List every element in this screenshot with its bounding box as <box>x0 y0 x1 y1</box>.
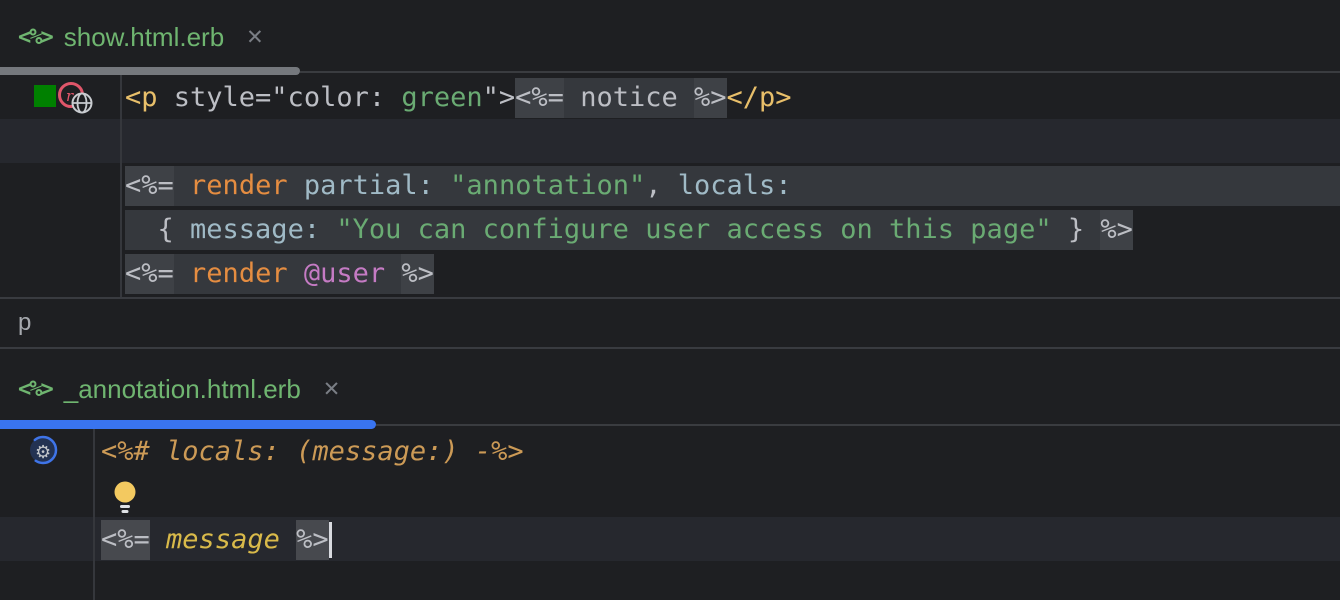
editor-annotation-html-erb[interactable]: ⚙ <%# locals: (message:) -%> <%= message … <box>0 429 1340 600</box>
code-area[interactable]: <p style="color: green"><%= notice %></p… <box>125 76 1340 297</box>
code-line[interactable]: <%= message %> <box>101 518 1340 562</box>
tab-label: show.html.erb <box>64 22 224 53</box>
breadcrumb-item-p[interactable]: p <box>18 309 31 337</box>
close-tab-icon[interactable]: ✕ <box>323 377 341 402</box>
code-line[interactable] <box>125 120 1340 164</box>
tab-bar-top: <%> show.html.erb ✕ <box>0 0 1340 75</box>
code-area[interactable]: <%# locals: (message:) -%> <%= message %> <box>101 430 1340 600</box>
code-line[interactable]: <%# locals: (message:) -%> <box>101 430 1340 474</box>
text-caret <box>329 522 332 558</box>
code-line[interactable] <box>101 474 1340 518</box>
tabbar-border <box>300 71 1340 73</box>
tab-show-html-erb[interactable]: <%> show.html.erb ✕ <box>0 0 300 75</box>
editor-show-html-erb[interactable]: r <p style="color: green"><%= notice %><… <box>0 75 1340 297</box>
rails-render-in-browser-icon[interactable]: r <box>57 81 95 115</box>
color-preview-swatch[interactable] <box>34 85 56 107</box>
close-tab-icon[interactable]: ✕ <box>246 25 264 50</box>
tab-annotation-html-erb[interactable]: <%> _annotation.html.erb ✕ <box>0 349 376 429</box>
strict-locals-gear-icon[interactable]: ⚙ <box>27 434 61 468</box>
erb-file-icon: <%> <box>18 25 52 50</box>
code-line[interactable]: <%= render @user %> <box>125 252 1340 296</box>
breadcrumb: p <box>0 297 1340 349</box>
code-line[interactable]: <p style="color: green"><%= notice %></p… <box>125 76 1340 120</box>
tab-bar-bottom: <%> _annotation.html.erb ✕ <box>0 349 1340 429</box>
code-line[interactable]: <%= render partial: "annotation", locals… <box>125 164 1340 208</box>
erb-file-icon: <%> <box>18 377 52 402</box>
inactive-tab-indicator <box>0 67 300 75</box>
svg-text:⚙: ⚙ <box>35 442 51 463</box>
code-line[interactable]: { message: "You can configure user acces… <box>125 208 1340 252</box>
gutter-separator <box>120 75 122 297</box>
active-tab-indicator <box>0 420 376 429</box>
tabbar-border <box>376 424 1340 426</box>
gutter-separator <box>93 429 95 600</box>
lightbulb-icon[interactable] <box>113 481 137 515</box>
tab-label: _annotation.html.erb <box>64 374 301 405</box>
